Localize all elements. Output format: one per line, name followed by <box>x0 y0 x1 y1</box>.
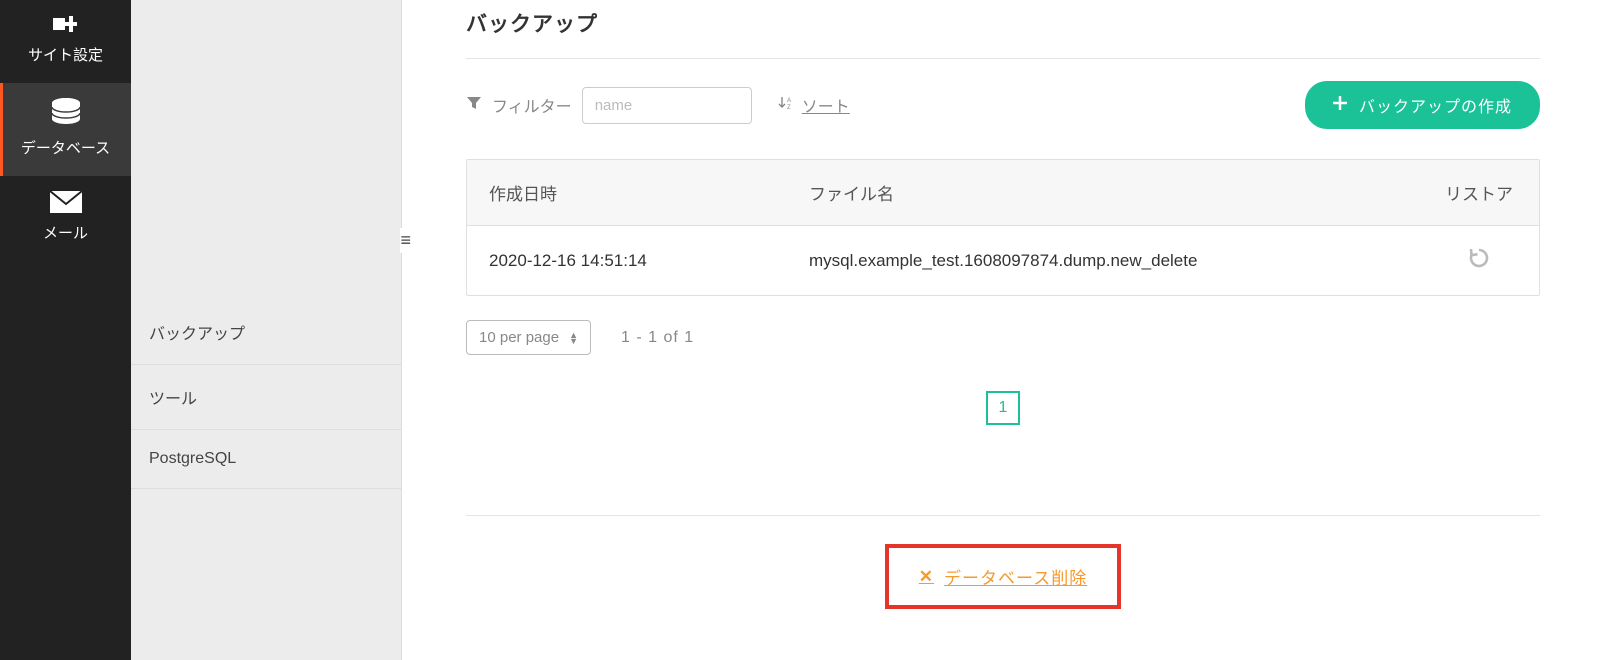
delete-section: ✕ データベース削除 <box>466 544 1540 609</box>
filter-input[interactable] <box>582 87 752 124</box>
subnav-item-tools[interactable]: ツール <box>131 365 401 430</box>
divider <box>466 515 1540 516</box>
filter-label: フィルター <box>492 93 572 117</box>
sidebar-item-mail[interactable]: メール <box>0 176 131 261</box>
sidebar-spacer <box>131 0 401 300</box>
table-header: 作成日時 ファイル名 リストア <box>467 160 1539 226</box>
database-icon <box>49 97 83 129</box>
cell-created: 2020-12-16 14:51:14 <box>467 231 787 291</box>
per-page-select[interactable]: 10 per page ▲▼ <box>466 320 591 355</box>
filter-group: フィルター <box>466 87 752 124</box>
subnav-item-postgresql[interactable]: PostgreSQL <box>131 430 401 489</box>
cell-restore <box>1419 226 1539 295</box>
plus-icon <box>1333 96 1347 115</box>
delete-highlight-box: ✕ データベース削除 <box>885 544 1121 609</box>
site-settings-icon <box>51 14 81 36</box>
toolbar: フィルター A Z ソート バックアップの作成 <box>466 81 1540 129</box>
svg-text:Z: Z <box>787 105 791 111</box>
sort-button[interactable]: A Z ソート <box>778 93 850 117</box>
pagination-range: 1 - 1 of 1 <box>621 329 694 347</box>
sort-icon: A Z <box>778 95 794 116</box>
th-filename: ファイル名 <box>787 160 1419 225</box>
svg-text:A: A <box>787 98 791 104</box>
sort-label: ソート <box>802 93 850 117</box>
sidebar-label: メール <box>43 222 88 243</box>
restore-icon[interactable] <box>1467 246 1491 270</box>
create-backup-button[interactable]: バックアップの作成 <box>1305 81 1540 129</box>
sidebar-label: サイト設定 <box>28 44 103 65</box>
th-created: 作成日時 <box>467 160 787 225</box>
page-number-1[interactable]: 1 <box>986 391 1020 425</box>
page-title: バックアップ <box>466 8 1540 59</box>
th-restore: リストア <box>1419 160 1539 225</box>
per-page-label: 10 per page <box>479 329 559 346</box>
cell-filename: mysql.example_test.1608097874.dump.new_d… <box>787 231 1419 291</box>
chevron-updown-icon: ▲▼ <box>569 332 578 344</box>
create-backup-label: バックアップの作成 <box>1359 93 1512 117</box>
sidebar-item-database[interactable]: データベース <box>0 83 131 176</box>
primary-sidebar: サイト設定 データベース メール <box>0 0 131 660</box>
table-row: 2020-12-16 14:51:14 mysql.example_test.1… <box>467 226 1539 295</box>
pagination-controls: 10 per page ▲▼ 1 - 1 of 1 <box>466 320 1540 355</box>
close-icon: ✕ <box>919 567 934 587</box>
mail-icon <box>49 190 83 214</box>
secondary-sidebar: バックアップ ツール PostgreSQL ≡ <box>131 0 402 660</box>
sidebar-label: データベース <box>21 137 110 158</box>
sidebar-item-site-settings[interactable]: サイト設定 <box>0 0 131 83</box>
delete-database-link[interactable]: ✕ データベース削除 <box>919 564 1087 589</box>
subnav-item-backup[interactable]: バックアップ <box>131 300 401 365</box>
filter-icon <box>466 95 482 116</box>
backup-table: 作成日時 ファイル名 リストア 2020-12-16 14:51:14 mysq… <box>466 159 1540 296</box>
delete-database-label: データベース削除 <box>944 564 1087 589</box>
page-numbers: 1 <box>466 391 1540 425</box>
main-content: バックアップ フィルター A Z ソート バックアップの作成 <box>402 0 1600 660</box>
